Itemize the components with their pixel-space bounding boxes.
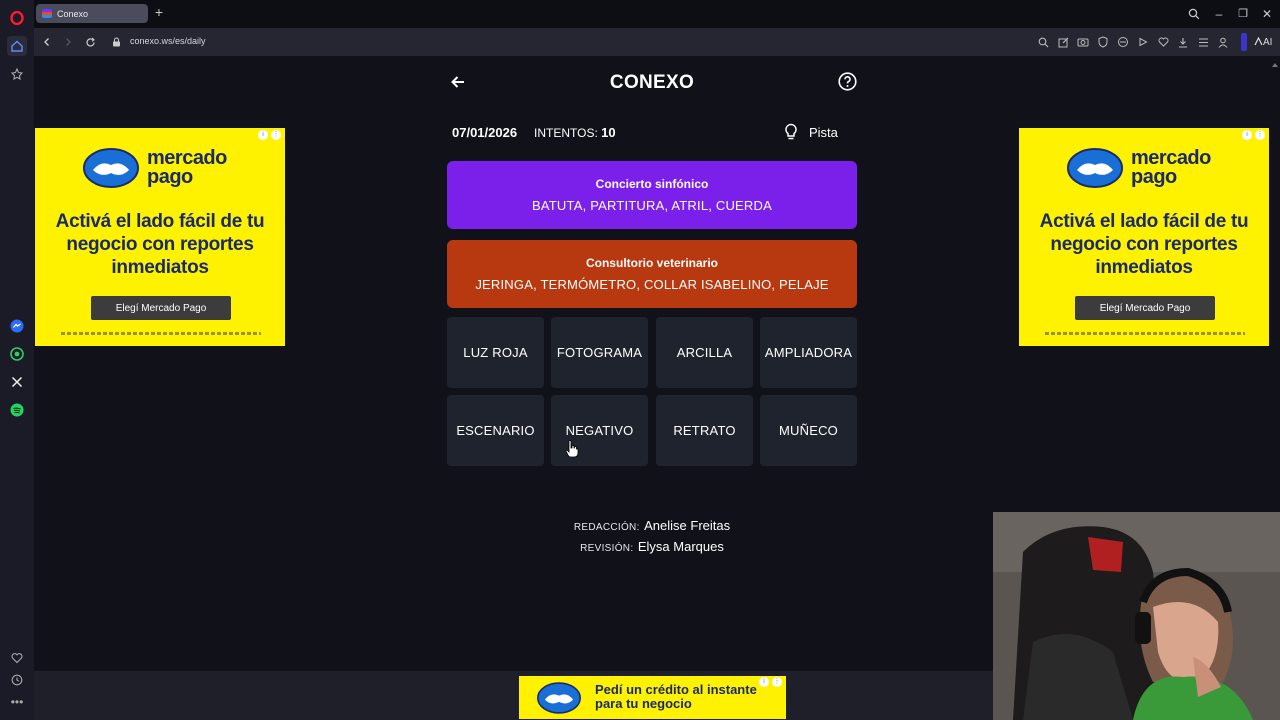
lightbulb-icon [783,123,799,141]
shield-icon[interactable] [1096,35,1110,49]
edit-icon[interactable] [1056,35,1070,49]
more-options-icon[interactable]: ••• [7,692,27,712]
ad-fine-print [61,332,261,335]
new-tab-plus-icon[interactable]: + [152,5,166,20]
group-words: JERINGA, TERMÓMETRO, COLLAR ISABELINO, P… [475,277,829,292]
mercado-pago-logo: mercado pago [1067,148,1211,188]
puzzle-date: 07/01/2026 [452,125,518,140]
restore-window-icon[interactable]: ❐ [1235,6,1251,22]
profile-icon[interactable] [1216,35,1230,49]
bottom-ad-line-1: Pedí un crédito al instante [595,682,757,697]
ad-fine-print [1045,332,1245,335]
word-tile[interactable]: ARCILLA [656,317,753,388]
word-tile[interactable]: RETRATO [656,395,753,466]
ad-cta-button[interactable]: Elegí Mercado Pago [91,296,231,320]
brand-line-2: pago [1131,166,1177,188]
ad-headline: Activá el lado fácil de tu negocio con r… [1039,211,1249,278]
sidebar-toggle[interactable] [1241,33,1247,51]
ad-info-icon[interactable]: i [759,677,769,687]
tab-title: Conexo [57,8,89,19]
ad-menu-icon[interactable]: ⋮ [271,130,281,140]
page-title: CONEXO [609,72,695,93]
handshake-logo-icon [537,682,581,714]
group-title: Concierto sinfónico [595,177,709,191]
heart-icon[interactable] [1156,35,1170,49]
ad-choices[interactable]: i ⋮ [1242,130,1265,140]
bottom-ad-line-2: para tu negocio [595,696,692,711]
reviewer-label: REVISIÓN: [580,543,634,554]
ad-banner-bottom[interactable]: i ⋮ Pedí un crédito al instante para tu … [519,676,786,719]
history-clock-icon[interactable] [7,670,27,690]
opera-logo-icon[interactable] [7,8,27,28]
minimize-icon[interactable]: – [1211,6,1227,22]
ai-label: AI [1263,36,1273,48]
easy-setup-menu-icon[interactable] [1196,35,1210,49]
webcam-overlay [993,512,1280,720]
solved-group-1: Concierto sinfónico BATUTA, PARTITURA, A… [447,161,857,229]
attempts-label: INTENTOS: [534,126,598,140]
x-twitter-icon[interactable] [7,372,27,392]
url-field[interactable]: conexo.ws/es/daily [130,36,206,46]
title-bar: Conexo + – ❐ ✕ [34,0,1280,28]
handshake-logo-icon [83,148,139,188]
mouse-cursor-hand-icon [565,440,579,458]
mercado-pago-logo: mercado pago [83,148,227,188]
messenger-icon[interactable] [7,316,27,336]
attempts-counter: INTENTOS: 10 [534,125,616,140]
word-tile[interactable]: ESCENARIO [447,395,544,466]
download-icon[interactable] [1176,35,1190,49]
attempts-value: 10 [601,125,616,140]
word-tile[interactable]: AMPLIADORA [760,317,857,388]
help-question-icon[interactable] [838,72,857,91]
search-tabs-icon[interactable] [1186,6,1202,22]
browser-sidebar: ••• [0,0,34,720]
ad-menu-icon[interactable]: ⋮ [772,677,782,687]
word-tile[interactable]: LUZ ROJA [447,317,544,388]
ad-menu-icon[interactable]: ⋮ [1255,130,1265,140]
conexo-favicon-icon [42,9,52,18]
ad-banner-right[interactable]: i ⋮ mercado pago Activá el lado fácil de… [1019,128,1269,346]
whatsapp-icon[interactable] [7,344,27,364]
address-bar: conexo.ws/es/daily AI [34,28,1280,56]
ad-choices[interactable]: i ⋮ [258,130,281,140]
webcam-person-image [993,512,1280,720]
hint-button[interactable]: Pista [783,123,838,141]
credits: REDACCIÓN: Anelise Freitas REVISIÓN: Ely… [560,516,744,558]
forward-nav-icon[interactable] [60,34,76,50]
hint-label: Pista [809,124,838,140]
word-tile[interactable]: MUÑECO [760,395,857,466]
browser-tab[interactable]: Conexo [36,4,148,23]
zoom-icon[interactable] [1036,35,1050,49]
play-icon[interactable] [1136,35,1150,49]
pinboard-icon[interactable] [7,64,27,84]
ai-arrow-icon [1254,37,1263,46]
home-icon[interactable] [7,36,27,56]
ad-info-icon[interactable]: i [258,130,268,140]
editor-name: Anelise Freitas [644,518,731,533]
reviewer-name: Elysa Marques [637,539,724,554]
editor-label: REDACCIÓN: [573,522,640,533]
back-arrow-icon[interactable] [449,73,467,91]
favorites-heart-icon[interactable] [7,648,27,668]
spotify-icon[interactable] [7,400,27,420]
word-tile[interactable]: FOTOGRAMA [551,317,648,388]
ad-headline: Activá el lado fácil de tu negocio con r… [55,211,265,278]
handshake-logo-icon [1067,148,1123,188]
vpn-icon[interactable] [1116,35,1130,49]
solved-group-2: Consultorio veterinario JERINGA, TERMÓME… [447,240,857,308]
ad-choices[interactable]: i ⋮ [759,677,782,687]
ad-banner-left[interactable]: i ⋮ mercado pago Activá el lado fácil de… [35,128,285,346]
back-nav-icon[interactable] [39,34,55,50]
group-title: Consultorio veterinario [585,256,719,270]
camera-snapshot-icon[interactable] [1076,35,1090,49]
padlock-icon[interactable] [108,34,124,50]
reload-icon[interactable] [82,34,98,50]
close-window-icon[interactable]: ✕ [1259,6,1275,22]
ad-cta-button[interactable]: Elegí Mercado Pago [1075,296,1215,320]
aria-ai-button[interactable]: AI [1254,33,1280,51]
group-words: BATUTA, PARTITURA, ATRIL, CUERDA [532,198,772,213]
ad-info-icon[interactable]: i [1242,130,1252,140]
brand-line-2: pago [147,166,193,188]
